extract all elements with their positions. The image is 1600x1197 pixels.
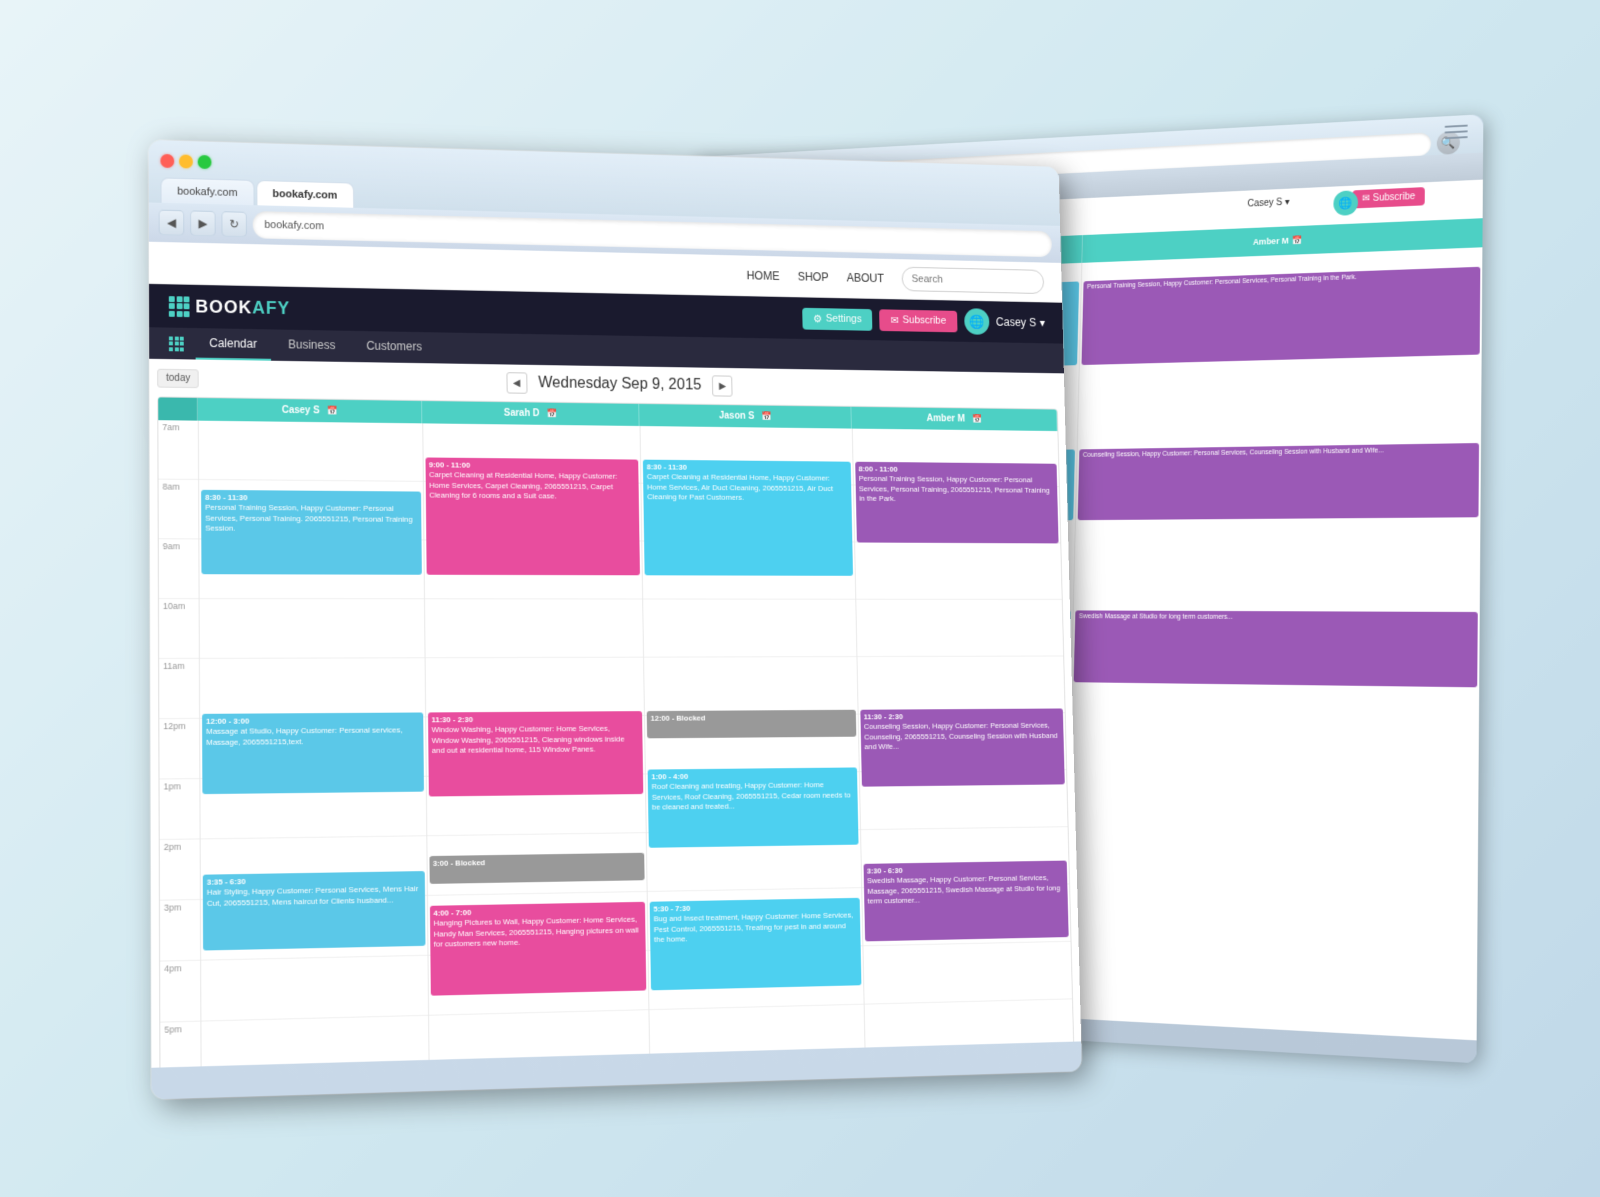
jason-event-3[interactable]: 1:00 - 4:00 Roof Cleaning and treating, … xyxy=(648,767,858,847)
prev-day-btn[interactable]: ◀ xyxy=(506,372,527,394)
time-8am: 8am xyxy=(159,479,199,539)
col-casey: 8:30 - 11:30 Personal Training Session, … xyxy=(198,420,430,1067)
close-window-btn[interactable] xyxy=(160,153,174,167)
email-icon: ✉ xyxy=(890,313,899,325)
amber-event-1[interactable]: 8:00 - 11:00 Personal Training Session, … xyxy=(855,461,1059,543)
bookafy-logo: BOOKAFY xyxy=(169,295,290,318)
settings-button[interactable]: ⚙ Settings xyxy=(802,307,873,330)
logo-text: BOOKAFY xyxy=(195,296,290,318)
time-7am: 7am xyxy=(158,420,198,480)
sarah-event-3[interactable]: 3:00 - Blocked xyxy=(429,852,645,883)
calendar-wrapper: today ◀ Wednesday Sep 9, 2015 ▶ Casey S … xyxy=(149,358,1081,1067)
header-actions: ⚙ Settings ✉ Subscribe 🌐 Casey S ▾ xyxy=(802,304,1045,335)
gear-icon: ⚙ xyxy=(813,312,822,324)
casey-event-2[interactable]: 12:00 - 3:00 Massage at Studio, Happy Cu… xyxy=(202,712,423,794)
time-2pm: 2pm xyxy=(160,839,200,900)
time-1pm: 1pm xyxy=(160,779,200,840)
col-sarah: 9:00 - 11:00 Carpet Cleaning at Resident… xyxy=(422,423,651,1067)
col-amber-header: Amber M 📅 xyxy=(851,406,1058,430)
back-btn[interactable]: ◀ xyxy=(159,209,185,235)
back-globe-btn[interactable]: 🌐 xyxy=(1333,190,1358,216)
tab-customers[interactable]: Customers xyxy=(353,330,436,362)
casey-calendar-icon[interactable]: 📅 xyxy=(327,405,338,416)
back-event-amber3[interactable]: Swedish Massage at Studio for long term … xyxy=(1074,610,1478,687)
calendar-date-title: Wednesday Sep 9, 2015 xyxy=(538,374,701,394)
logo-grid-icon xyxy=(169,295,190,316)
today-button[interactable]: today xyxy=(157,368,199,387)
refresh-btn[interactable]: ↻ xyxy=(221,211,247,237)
col-casey-header: Casey S 📅 xyxy=(198,397,422,422)
tab-1[interactable]: bookafy.com xyxy=(160,177,254,205)
sarah-event-4[interactable]: 4:00 - 7:00 Hanging Pictures to Wall, Ha… xyxy=(429,901,646,995)
forward-btn[interactable]: ▶ xyxy=(190,210,216,236)
maximize-window-btn[interactable] xyxy=(198,155,212,169)
sarah-calendar-icon[interactable]: 📅 xyxy=(547,408,558,419)
user-menu-button[interactable]: Casey S ▾ xyxy=(996,315,1045,329)
amber-calendar-icon[interactable]: 📅 xyxy=(972,414,982,424)
apps-grid-icon xyxy=(169,335,184,350)
back-user-btn[interactable]: Casey S ▾ xyxy=(1240,192,1297,212)
chevron-down-icon: ▾ xyxy=(1040,316,1046,329)
jason-event-2[interactable]: 12:00 - Blocked xyxy=(647,709,856,738)
tab-business[interactable]: Business xyxy=(274,329,349,361)
top-nav: HOME SHOP ABOUT xyxy=(746,263,1044,294)
next-day-btn[interactable]: ▶ xyxy=(712,375,733,396)
back-subscribe-btn[interactable]: ✉Subscribe xyxy=(1352,187,1424,208)
time-12pm: 12pm xyxy=(159,718,199,779)
tab-2[interactable]: bookafy.com xyxy=(256,179,354,207)
jason-event-1[interactable]: 8:30 - 11:30 Carpet Cleaning at Resident… xyxy=(643,459,853,575)
website-content: HOME SHOP ABOUT BOOKAFY xyxy=(149,241,1081,1067)
col-amber: 8:00 - 11:00 Personal Training Session, … xyxy=(851,428,1076,1067)
time-column: 7am 8am 9am 10am 11am 12pm 1pm 2pm 3pm 4… xyxy=(158,420,201,1068)
scene: bookafy.com 🔍 bookafy.com ✉Subscribe 🌐 xyxy=(150,74,1450,1124)
tab-calendar[interactable]: Calendar xyxy=(195,328,270,361)
jason-calendar-icon[interactable]: 📅 xyxy=(762,411,772,422)
time-5pm: 5pm xyxy=(160,1021,200,1067)
back-event-amber2[interactable]: Counseling Session, Happy Customer: Pers… xyxy=(1078,443,1479,520)
calendar-grid: Casey S 📅 Sarah D 📅 Jason S 📅 Amber xyxy=(157,396,1077,1067)
time-11am: 11am xyxy=(159,658,199,718)
time-9am: 9am xyxy=(159,539,199,599)
traffic-lights xyxy=(160,148,211,175)
minimize-window-btn[interactable] xyxy=(179,154,193,168)
search-input[interactable] xyxy=(902,266,1045,293)
nav-home[interactable]: HOME xyxy=(746,268,779,282)
calendar-body: 7am 8am 9am 10am 11am 12pm 1pm 2pm 3pm 4… xyxy=(158,420,1076,1068)
col-sarah-header: Sarah D 📅 xyxy=(422,400,640,425)
time-10am: 10am xyxy=(159,599,199,659)
amber-event-2[interactable]: 11:30 - 2:30 Counseling Session, Happy C… xyxy=(860,708,1065,786)
time-header-cell xyxy=(158,397,198,420)
browser-window-front: bookafy.com bookafy.com ◀ ▶ ↻ bookafy.co… xyxy=(149,139,1082,1099)
back-event-amber1[interactable]: Personal Training Session, Happy Custome… xyxy=(1082,266,1481,364)
back-hamburger-icon[interactable] xyxy=(1445,124,1468,139)
casey-event-3[interactable]: 3:35 - 6:30 Hair Styling, Happy Customer… xyxy=(203,871,425,950)
sarah-event-2[interactable]: 11:30 - 2:30 Window Washing, Happy Custo… xyxy=(428,711,644,796)
calendar-nav: today ◀ Wednesday Sep 9, 2015 ▶ xyxy=(157,366,1057,400)
time-4pm: 4pm xyxy=(160,960,200,1022)
col-jason: 8:30 - 11:30 Carpet Cleaning at Resident… xyxy=(640,425,867,1067)
col-jason-header: Jason S 📅 xyxy=(639,403,851,428)
nav-about[interactable]: ABOUT xyxy=(846,271,884,285)
back-col4-label: Amber M xyxy=(1253,235,1289,246)
nav-shop[interactable]: SHOP xyxy=(798,269,829,283)
amber-event-3[interactable]: 3:30 - 6:30 Swedish Massage, Happy Custo… xyxy=(863,860,1069,941)
jason-event-4[interactable]: 5:30 - 7:30 Bug and Insect treatment, Ha… xyxy=(650,897,861,989)
casey-event-1[interactable]: 8:30 - 11:30 Personal Training Session, … xyxy=(201,489,421,574)
subscribe-button[interactable]: ✉ Subscribe xyxy=(880,308,958,331)
sarah-event-1[interactable]: 9:00 - 11:00 Carpet Cleaning at Resident… xyxy=(425,457,640,575)
time-3pm: 3pm xyxy=(160,899,200,961)
globe-button[interactable]: 🌐 xyxy=(964,308,990,335)
